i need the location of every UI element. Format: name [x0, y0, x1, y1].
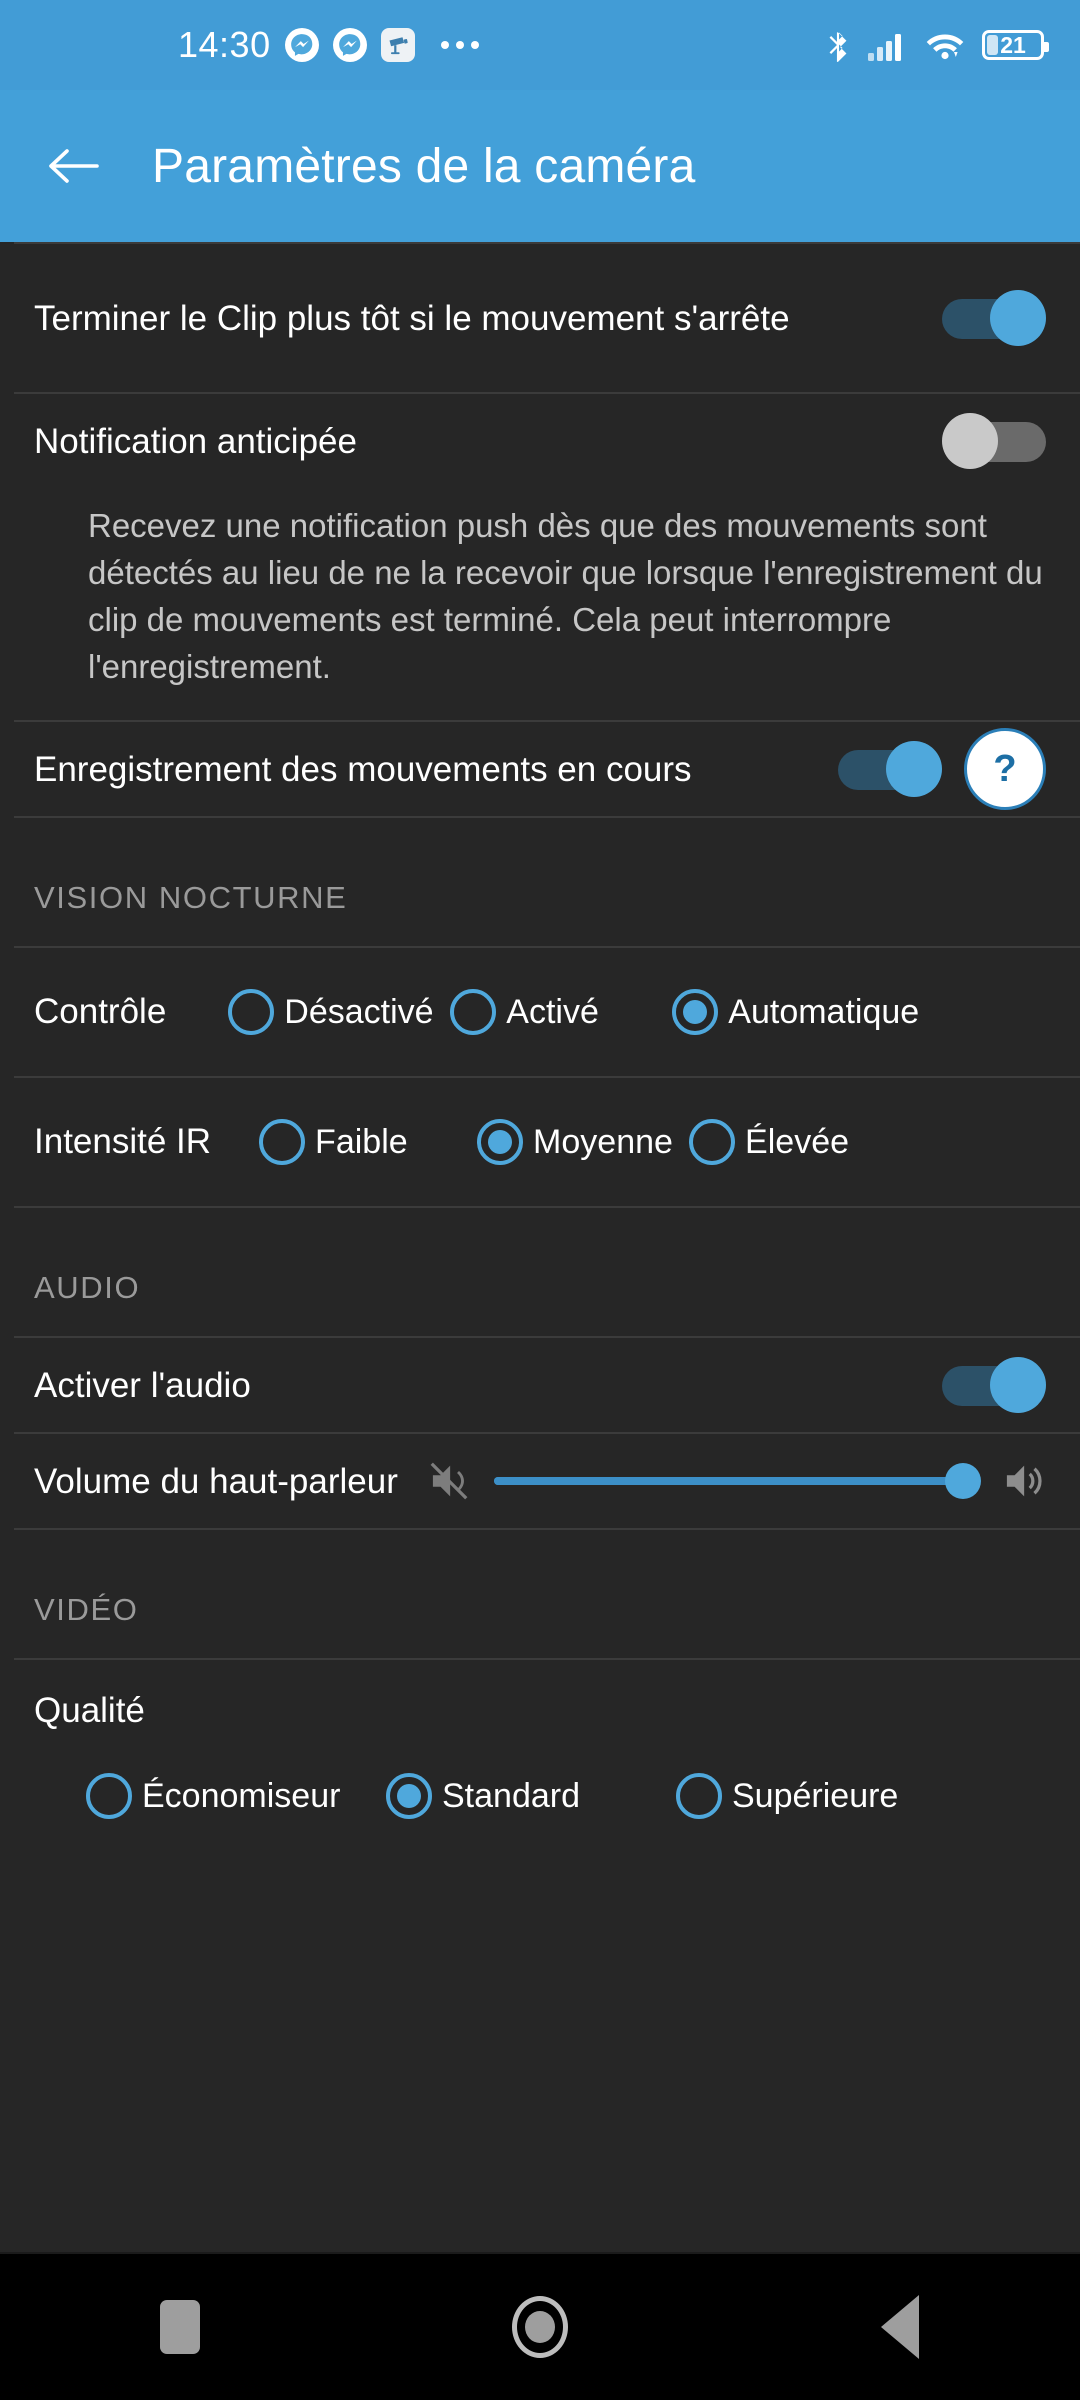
wifi-icon [926, 34, 964, 60]
volume-slider[interactable] [493, 1463, 982, 1499]
radio-label: Automatique [728, 992, 920, 1031]
bluetooth-icon [829, 28, 847, 62]
radio-circle-selected [386, 1773, 432, 1819]
radio-label: Supérieure [732, 1776, 899, 1815]
ir-intensity-options: Faible Moyenne Élevée [211, 1119, 1068, 1165]
radio-label: Économiseur [142, 1776, 341, 1815]
section-header-video: VIDÉO [34, 1592, 139, 1627]
radio-option-automatique[interactable]: Automatique [672, 989, 920, 1035]
setting-label: Enregistrement des mouvements en cours [34, 749, 692, 789]
radio-label: Désactivé [284, 992, 434, 1031]
messenger-icon [284, 28, 319, 62]
motion-recording-toggle[interactable] [838, 741, 942, 797]
radio-circle [450, 989, 497, 1035]
radio-label: Activé [506, 992, 599, 1031]
setting-label: Activer l'audio [34, 1365, 251, 1405]
radio-circle [689, 1119, 736, 1165]
radio-option-faible[interactable]: Faible [259, 1119, 477, 1165]
setting-label: Intensité IR [34, 1122, 212, 1161]
setting-speaker-volume: Volume du haut-parleur [0, 1434, 1080, 1528]
radio-option-moyenne[interactable]: Moyenne [477, 1119, 689, 1165]
cellular-signal-icon [868, 34, 901, 61]
end-clip-toggle[interactable] [942, 290, 1046, 346]
volume-slider-thumb[interactable] [945, 1463, 982, 1499]
setting-label: Qualité [34, 1690, 145, 1730]
enable-audio-toggle[interactable] [942, 1357, 1046, 1413]
back-nav-button[interactable] [800, 2295, 1000, 2359]
volume-slider-wrap [426, 1458, 1046, 1504]
setting-ir-intensity: Intensité IR Faible Moyenne Élevée [0, 1078, 1080, 1206]
home-button[interactable] [440, 2296, 640, 2358]
setting-motion-recording[interactable]: Enregistrement des mouvements en cours ? [0, 722, 1080, 816]
radio-label: Élevée [745, 1122, 850, 1161]
back-arrow-icon [49, 149, 99, 183]
radio-option-standard[interactable]: Standard [386, 1773, 676, 1819]
settings-list: Terminer le Clip plus tôt si le mouvemen… [0, 242, 1080, 2252]
radio-circle [259, 1119, 306, 1165]
home-icon [512, 2296, 568, 2358]
camera-notification-icon [380, 28, 415, 62]
quality-options: Économiseur Standard Supérieure [0, 1746, 1080, 1846]
radio-label: Faible [315, 1122, 408, 1161]
status-bar: 14:30 21 [0, 0, 1080, 90]
setting-night-vision-control: Contrôle Désactivé Activé Automatique [0, 948, 1080, 1076]
night-vision-control-options: Désactivé Activé Automatique [166, 989, 1068, 1035]
more-dots-icon [440, 41, 479, 49]
battery-percent: 21 [1000, 32, 1026, 58]
radio-option-elevee[interactable]: Élevée [689, 1119, 849, 1165]
radio-option-economiseur[interactable]: Économiseur [86, 1773, 386, 1819]
messenger-icon [332, 28, 367, 62]
radio-circle-selected [477, 1119, 524, 1165]
radio-circle-selected [672, 989, 719, 1035]
volume-mute-icon [430, 1462, 468, 1500]
radio-option-superieure[interactable]: Supérieure [676, 1773, 898, 1819]
early-notification-toggle[interactable] [942, 413, 1046, 469]
section-header-night-vision: VISION NOCTURNE [34, 880, 348, 915]
setting-label: Notification anticipée [34, 421, 357, 461]
phone-screen: 14:30 21 Paramètres de la caméra Termine… [0, 0, 1080, 2400]
setting-quality: Qualité [0, 1660, 1080, 1746]
radio-circle [86, 1773, 132, 1819]
battery-icon: 21 [982, 30, 1049, 60]
status-bar-left: 14:30 [178, 24, 479, 66]
setting-label: Contrôle [34, 992, 167, 1031]
section-header-audio: AUDIO [34, 1270, 141, 1305]
setting-label: Terminer le Clip plus tôt si le mouvemen… [34, 298, 790, 338]
setting-early-notification[interactable]: Notification anticipée [0, 394, 1080, 488]
status-clock: 14:30 [178, 24, 271, 65]
radio-option-desactive[interactable]: Désactivé [228, 989, 450, 1035]
volume-up-icon [1006, 1465, 1042, 1497]
early-notification-description: Recevez une notification push dès que de… [88, 507, 1043, 685]
recent-apps-icon [160, 2300, 200, 2354]
radio-circle [676, 1773, 722, 1819]
page-title: Paramètres de la caméra [152, 139, 696, 193]
setting-end-clip-early[interactable]: Terminer le Clip plus tôt si le mouvemen… [0, 244, 1080, 392]
radio-label: Moyenne [533, 1122, 673, 1161]
back-button[interactable] [24, 145, 124, 187]
recent-apps-button[interactable] [80, 2300, 280, 2354]
setting-label: Volume du haut-parleur [34, 1461, 398, 1501]
setting-enable-audio[interactable]: Activer l'audio [0, 1338, 1080, 1432]
app-bar: Paramètres de la caméra [0, 90, 1080, 242]
help-button[interactable]: ? [964, 728, 1046, 810]
radio-option-active[interactable]: Activé [450, 989, 672, 1035]
android-nav-bar [0, 2252, 1080, 2400]
radio-label: Standard [442, 1776, 580, 1815]
status-bar-right: 21 [825, 0, 1049, 90]
radio-circle [228, 989, 275, 1035]
back-nav-icon [881, 2295, 919, 2359]
